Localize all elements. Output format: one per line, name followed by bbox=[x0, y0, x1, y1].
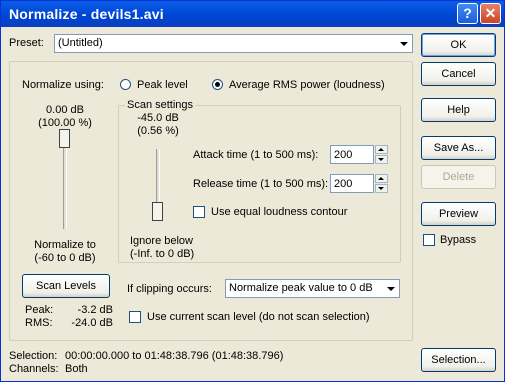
scan-levels-button[interactable]: Scan Levels bbox=[22, 274, 110, 298]
average-rms-label: Average RMS power (loudness) bbox=[229, 79, 385, 91]
preset-dropdown[interactable]: (Untitled) bbox=[54, 34, 413, 53]
clipping-value: Normalize peak value to 0 dB bbox=[229, 282, 373, 294]
average-rms-radio[interactable] bbox=[212, 79, 223, 90]
attack-time-label: Attack time (1 to 500 ms): bbox=[193, 149, 319, 161]
save-as-button[interactable]: Save As... bbox=[421, 136, 496, 160]
ignore-slider-thumb[interactable] bbox=[152, 202, 163, 221]
peak-level-label: Peak level bbox=[137, 79, 188, 91]
title-bar[interactable]: Normalize - devils1.avi ? ✕ bbox=[1, 1, 504, 27]
peak-level-radio[interactable] bbox=[120, 79, 131, 90]
ignore-range-caption: (-Inf. to 0 dB) bbox=[130, 248, 195, 260]
normalize-to-caption: Normalize to bbox=[34, 239, 96, 251]
ok-button[interactable]: OK bbox=[421, 33, 496, 57]
delete-button[interactable]: Delete bbox=[421, 165, 496, 189]
spin-down-icon[interactable] bbox=[375, 184, 388, 193]
window-title: Normalize - devils1.avi bbox=[9, 6, 164, 22]
release-time-input[interactable] bbox=[330, 174, 374, 193]
normalize-dialog: Normalize - devils1.avi ? ✕ Preset: (Unt… bbox=[0, 0, 505, 382]
release-time-label: Release time (1 to 500 ms): bbox=[193, 178, 329, 190]
attack-time-field[interactable] bbox=[331, 146, 373, 163]
ignore-db-readout: -45.0 dB bbox=[137, 112, 179, 124]
rms-value: -24.0 dB bbox=[71, 317, 113, 329]
clipping-label: If clipping occurs: bbox=[127, 283, 212, 295]
preset-label: Preset: bbox=[9, 37, 44, 49]
channels-label: Channels: bbox=[9, 363, 59, 375]
help-icon[interactable]: ? bbox=[457, 3, 478, 24]
peak-value: -3.2 dB bbox=[77, 304, 113, 316]
scan-current-label: Use current scan level (do not scan sele… bbox=[147, 311, 370, 323]
normalize-db-readout: 0.00 dB bbox=[46, 104, 84, 116]
attack-time-spinner[interactable] bbox=[375, 145, 388, 164]
scan-settings-title: Scan settings bbox=[125, 99, 196, 111]
spin-up-icon[interactable] bbox=[375, 174, 388, 183]
scan-current-checkbox[interactable] bbox=[129, 311, 141, 323]
help-button[interactable]: Help bbox=[421, 98, 496, 122]
preview-button[interactable]: Preview bbox=[421, 202, 496, 226]
equal-loudness-label: Use equal loudness contour bbox=[211, 206, 348, 218]
bypass-checkbox[interactable] bbox=[423, 234, 435, 246]
normalize-range-caption: (-60 to 0 dB) bbox=[34, 252, 96, 264]
selection-value: 00:00:00.000 to 01:48:38.796 (01:48:38.7… bbox=[65, 350, 284, 362]
normalize-using-label: Normalize using: bbox=[22, 79, 104, 91]
ignore-below-caption: Ignore below bbox=[130, 235, 193, 247]
channels-value: Both bbox=[65, 363, 88, 375]
equal-loudness-checkbox[interactable] bbox=[193, 206, 205, 218]
peak-label: Peak: bbox=[25, 304, 54, 316]
spin-down-icon[interactable] bbox=[375, 155, 388, 164]
release-time-field[interactable] bbox=[331, 175, 373, 192]
cancel-button[interactable]: Cancel bbox=[421, 62, 496, 86]
selection-button[interactable]: Selection... bbox=[421, 348, 496, 372]
chevron-down-icon[interactable] bbox=[383, 281, 398, 296]
spin-up-icon[interactable] bbox=[375, 145, 388, 154]
selection-label: Selection: bbox=[9, 350, 58, 362]
close-icon[interactable]: ✕ bbox=[480, 3, 501, 24]
rms-label: RMS: bbox=[25, 317, 53, 329]
clipping-dropdown[interactable]: Normalize peak value to 0 dB bbox=[225, 279, 400, 298]
preset-value: (Untitled) bbox=[58, 37, 103, 49]
release-time-spinner[interactable] bbox=[375, 174, 388, 193]
chevron-down-icon[interactable] bbox=[396, 36, 411, 51]
attack-time-input[interactable] bbox=[330, 145, 374, 164]
bypass-label: Bypass bbox=[440, 234, 477, 246]
ignore-pct-readout: (0.56 %) bbox=[137, 125, 179, 137]
normalize-slider-thumb[interactable] bbox=[59, 129, 70, 148]
normalize-pct-readout: (100.00 %) bbox=[38, 117, 92, 129]
